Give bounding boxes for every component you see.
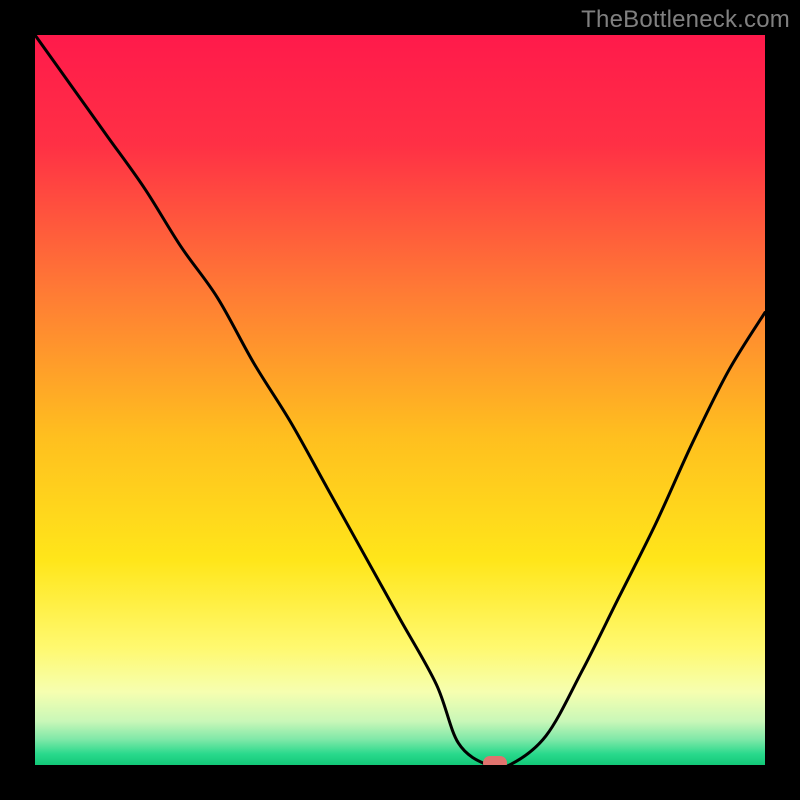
watermark-text: TheBottleneck.com [581,6,790,34]
bottleneck-curve [35,35,765,765]
optimal-point-marker [483,756,507,765]
chart-frame: TheBottleneck.com [0,0,800,800]
plot-area [35,35,765,765]
